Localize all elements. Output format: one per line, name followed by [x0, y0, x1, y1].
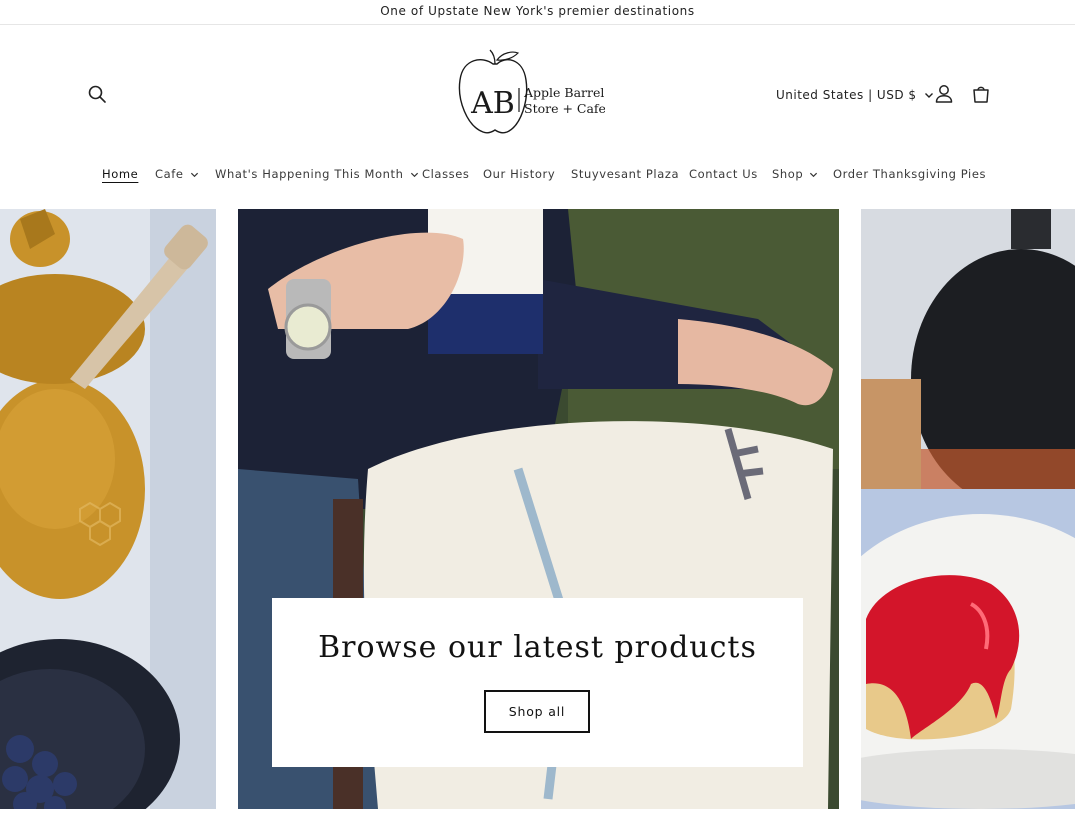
nav-item-classes[interactable]: Classes — [422, 164, 470, 184]
nav-item-label: Order Thanksgiving Pies — [833, 167, 987, 181]
nav-item-label: Home — [102, 167, 139, 181]
logo-line-2: Store + Cafe — [524, 101, 605, 116]
nav-item-label: Classes — [422, 167, 470, 181]
hero-content-box: Browse our latest products Shop all — [272, 598, 803, 767]
logo-mark: AB — [470, 86, 515, 121]
hero-heading: Browse our latest products — [318, 630, 757, 665]
nav-item-contact-us[interactable]: Contact Us — [689, 164, 758, 184]
nav-item-label: What's Happening This Month — [215, 167, 404, 181]
nav-item-label: Contact Us — [689, 167, 758, 181]
nav-item-stuyvesant-plaza[interactable]: Stuyvesant Plaza — [571, 164, 679, 184]
logo-line-1: Apple Barrel — [523, 85, 604, 100]
account-icon[interactable] — [932, 82, 956, 106]
cart-icon[interactable] — [969, 82, 993, 106]
announcement-bar: One of Upstate New York's premier destin… — [0, 0, 1075, 25]
main-navigation: Home Cafe What's Happening This Month Cl… — [0, 164, 1075, 184]
country-selector[interactable]: United States | USD $ — [776, 85, 934, 105]
nav-item-whats-happening[interactable]: What's Happening This Month — [215, 164, 419, 184]
chevron-down-icon — [190, 172, 198, 177]
hero-image-honey-pot — [0, 209, 216, 809]
nav-item-order-thanksgiving-pies[interactable]: Order Thanksgiving Pies — [833, 164, 986, 184]
nav-item-cafe[interactable]: Cafe — [155, 164, 199, 184]
nav-item-shop[interactable]: Shop — [772, 164, 818, 184]
search-icon[interactable] — [85, 82, 109, 106]
chevron-down-icon — [810, 172, 818, 177]
nav-item-home[interactable]: Home — [102, 164, 138, 184]
country-selector-label: United States | USD $ — [776, 88, 917, 102]
nav-item-our-history[interactable]: Our History — [483, 164, 555, 184]
nav-item-label: Our History — [483, 167, 556, 181]
nav-item-label: Cafe — [155, 167, 184, 181]
shop-all-button[interactable]: Shop all — [484, 690, 590, 733]
store-logo[interactable]: AB Apple Barrel Store + Cafe — [455, 48, 605, 138]
announcement-text: One of Upstate New York's premier destin… — [380, 4, 695, 18]
nav-item-label: Shop — [772, 167, 804, 181]
chevron-down-icon — [410, 172, 418, 177]
nav-item-label: Stuyvesant Plaza — [571, 167, 680, 181]
hero-image-cake — [861, 209, 1075, 809]
